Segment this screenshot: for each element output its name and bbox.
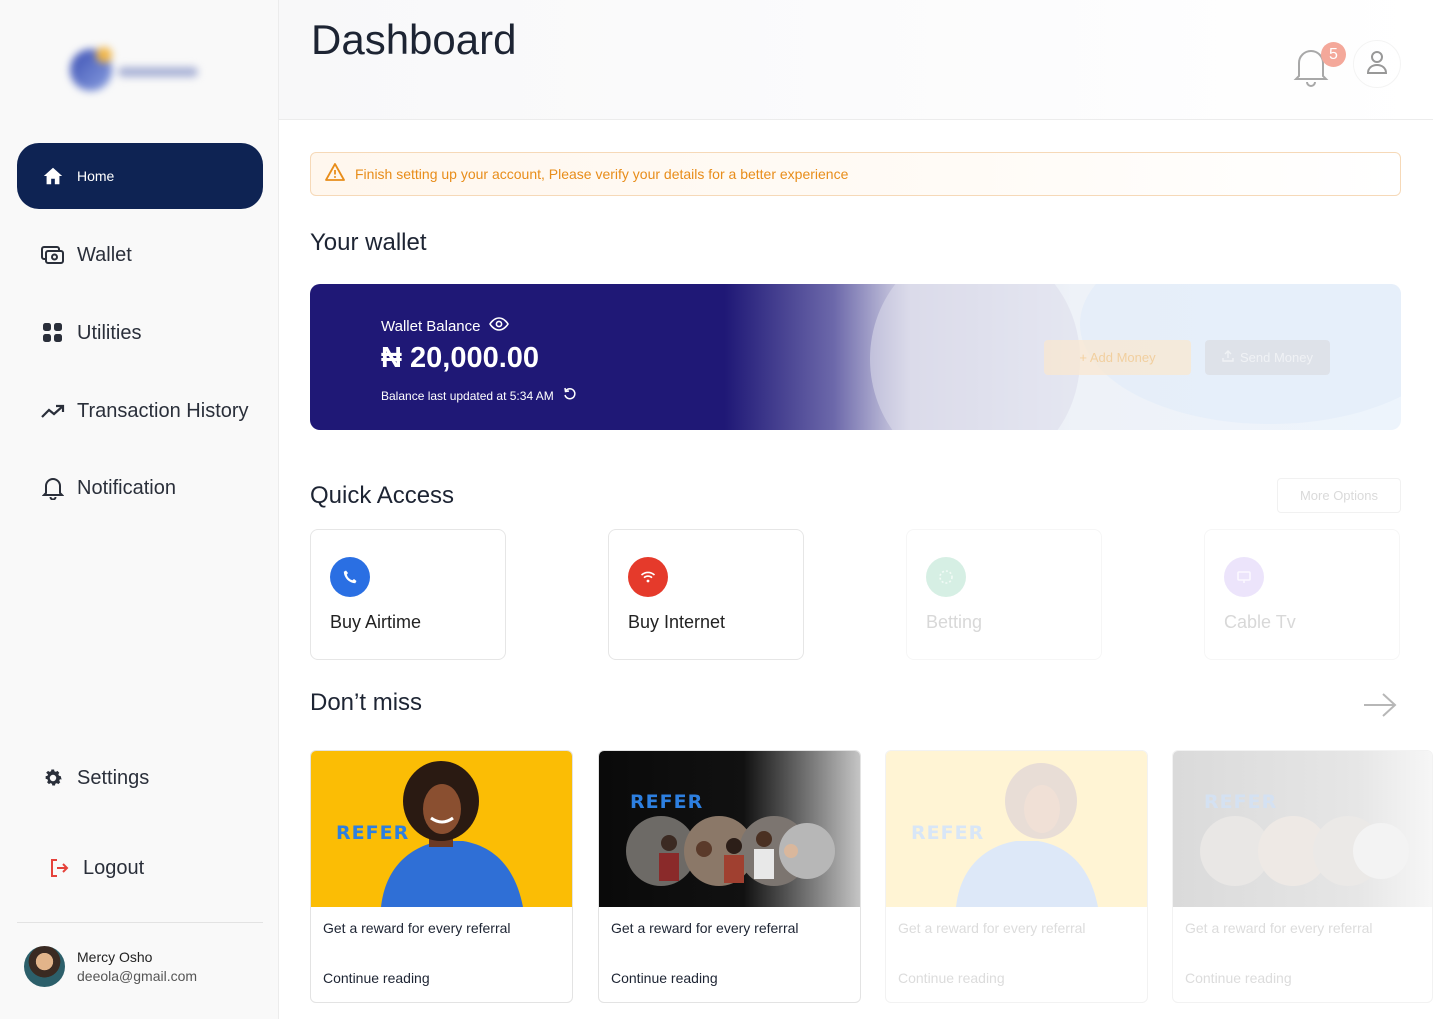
sidebar-divider bbox=[17, 922, 263, 923]
add-money-button[interactable]: + Add Money bbox=[1044, 340, 1191, 375]
arrow-right-icon[interactable] bbox=[1362, 690, 1398, 720]
wallet-section-title: Your wallet bbox=[310, 229, 427, 256]
verification-alert[interactable]: Finish setting up your account, Please v… bbox=[310, 152, 1401, 196]
logout-button[interactable]: Logout bbox=[17, 835, 263, 901]
dont-miss-title: Don’t miss bbox=[310, 689, 423, 716]
phone-icon bbox=[330, 557, 370, 597]
promo-refer-text: REFER bbox=[336, 822, 410, 844]
sidebar: Home Wallet Utilities Transaction Histor… bbox=[0, 0, 279, 1019]
user-profile[interactable]: Mercy Osho deeola@gmail.com bbox=[24, 946, 197, 987]
promo-refer-text: REFER bbox=[911, 822, 985, 844]
sidebar-item-label: Transaction History bbox=[77, 399, 249, 422]
quick-access-buy-internet[interactable]: Buy Internet bbox=[608, 529, 804, 660]
promo-card[interactable]: REFER Get a reward for every referral Co… bbox=[885, 750, 1148, 1003]
alert-text: Finish setting up your account, Please v… bbox=[355, 166, 849, 182]
balance-updated: Balance last updated at 5:34 AM bbox=[381, 387, 577, 404]
wallet-balance-label-text: Wallet Balance bbox=[381, 317, 481, 335]
promo-refer-text: REFER bbox=[1204, 791, 1278, 813]
more-options-button[interactable]: More Options bbox=[1277, 478, 1401, 513]
user-icon bbox=[1365, 49, 1389, 80]
continue-reading-link[interactable]: Continue reading bbox=[323, 970, 430, 986]
sidebar-item-settings[interactable]: Settings bbox=[17, 745, 263, 811]
promo-image: REFER bbox=[886, 751, 1147, 907]
sidebar-item-utilities[interactable]: Utilities bbox=[17, 300, 263, 366]
send-money-button[interactable]: Send Money bbox=[1205, 340, 1330, 375]
bell-icon bbox=[41, 476, 65, 500]
upload-icon bbox=[1222, 350, 1234, 365]
promo-image: REFER bbox=[311, 751, 572, 907]
wallet-card: Wallet Balance ₦ 20,000.00 Balance last … bbox=[310, 284, 1401, 430]
grid-icon bbox=[41, 321, 65, 345]
continue-reading-link[interactable]: Continue reading bbox=[898, 970, 1005, 986]
promo-image: REFER bbox=[1173, 751, 1432, 907]
brand-logo[interactable] bbox=[70, 45, 200, 95]
tv-icon bbox=[1224, 557, 1264, 597]
promo-title: Get a reward for every referral bbox=[898, 920, 1086, 936]
send-money-label: Send Money bbox=[1240, 350, 1313, 365]
quick-access-label: Cable Tv bbox=[1224, 612, 1296, 632]
quick-access-cable-tv[interactable]: Cable Tv bbox=[1204, 529, 1400, 660]
trend-up-icon bbox=[41, 399, 65, 423]
sidebar-item-home[interactable]: Home bbox=[17, 143, 263, 209]
promo-title: Get a reward for every referral bbox=[1185, 920, 1373, 936]
wallet-balance-label: Wallet Balance bbox=[381, 317, 509, 335]
sidebar-item-label: Utilities bbox=[77, 321, 142, 344]
promo-title: Get a reward for every referral bbox=[611, 920, 799, 936]
sidebar-item-label: Settings bbox=[77, 766, 150, 789]
quick-access-betting[interactable]: Betting bbox=[906, 529, 1102, 660]
promo-card[interactable]: REFER Get a reward for every referral Co… bbox=[1172, 750, 1433, 1003]
sidebar-item-notification[interactable]: Notification bbox=[17, 455, 263, 521]
avatar bbox=[24, 946, 65, 987]
sidebar-item-transaction-history[interactable]: Transaction History bbox=[17, 378, 263, 444]
logout-label: Logout bbox=[83, 856, 145, 879]
quick-access-label: Betting bbox=[926, 612, 983, 632]
profile-button[interactable] bbox=[1353, 40, 1401, 88]
continue-reading-link[interactable]: Continue reading bbox=[611, 970, 718, 986]
quick-access-buy-airtime[interactable]: Buy Airtime bbox=[310, 529, 506, 660]
sidebar-item-label: Wallet bbox=[77, 243, 132, 266]
page-title: Dashboard bbox=[311, 16, 517, 63]
continue-reading-link[interactable]: Continue reading bbox=[1185, 970, 1292, 986]
user-name: Mercy Osho bbox=[77, 949, 153, 965]
balance-updated-text: Balance last updated at 5:34 AM bbox=[381, 388, 554, 403]
notification-count-badge: 5 bbox=[1321, 42, 1346, 67]
logout-icon bbox=[47, 856, 71, 880]
quick-access-label: Buy Internet bbox=[628, 612, 726, 632]
betting-icon bbox=[926, 557, 966, 597]
promo-card[interactable]: REFER Get a reward for every referral Co… bbox=[310, 750, 573, 1003]
promo-refer-text: REFER bbox=[630, 791, 704, 813]
warning-icon bbox=[325, 162, 345, 186]
promo-card[interactable]: REFER Get a reward for every referral Co… bbox=[598, 750, 861, 1003]
sidebar-item-wallet[interactable]: Wallet bbox=[17, 222, 263, 288]
sidebar-item-label: Home bbox=[77, 168, 115, 184]
wifi-icon bbox=[628, 557, 668, 597]
quick-access-title: Quick Access bbox=[310, 482, 455, 509]
quick-access-label: Buy Airtime bbox=[330, 612, 422, 632]
home-icon bbox=[41, 164, 65, 188]
wallet-balance-amount: ₦ 20,000.00 bbox=[381, 342, 540, 374]
user-email: deeola@gmail.com bbox=[77, 968, 198, 984]
promo-title: Get a reward for every referral bbox=[323, 920, 511, 936]
top-header: Dashboard 5 bbox=[279, 0, 1433, 120]
refresh-icon[interactable] bbox=[563, 387, 577, 404]
eye-icon[interactable] bbox=[488, 317, 509, 335]
wallet-icon bbox=[41, 243, 65, 267]
gear-icon bbox=[41, 766, 65, 790]
sidebar-item-label: Notification bbox=[77, 476, 176, 499]
promo-image: REFER bbox=[599, 751, 860, 907]
